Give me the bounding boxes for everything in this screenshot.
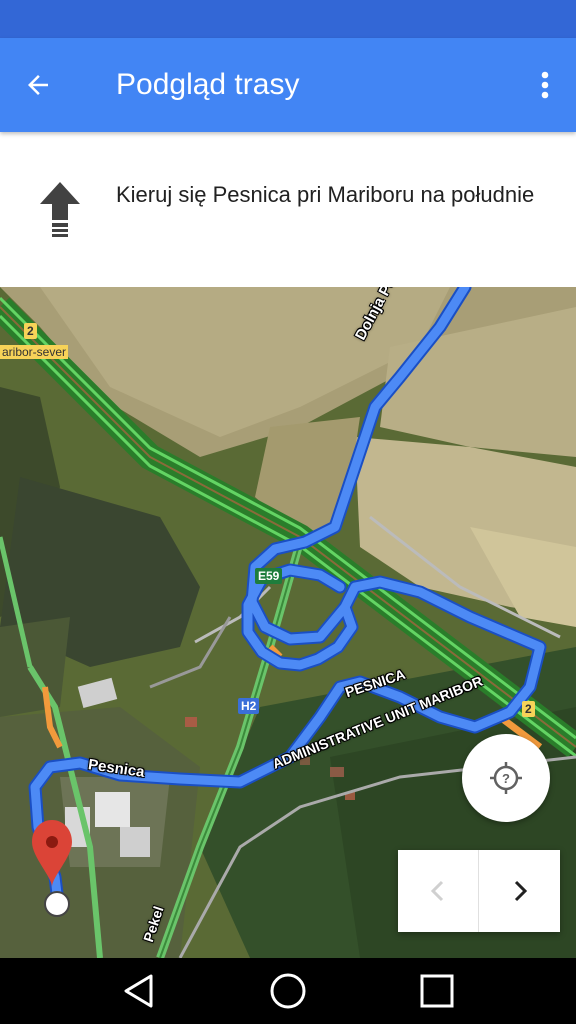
app-bar: Podgląd trasy [0,38,576,132]
label-maribor-sever: aribor-sever [0,345,69,359]
next-step-button[interactable] [479,850,560,932]
shield-e59: E59 [255,568,283,584]
system-recents-button[interactable] [407,961,467,1021]
arrow-left-icon [28,75,48,95]
straight-arrow-icon [40,182,80,237]
svg-text:?: ? [502,771,510,786]
direction-step: Kieruj się Pesnica pri Mariboru na połud… [0,132,576,287]
direction-text: Kieruj się Pesnica pri Mariboru na połud… [116,182,535,207]
shield-h2: H2 [238,698,260,714]
page-title: Podgląd trasy [116,68,300,101]
shield-route-2-top: 2 [24,323,37,339]
square-recents-icon [420,974,454,1008]
back-button[interactable] [14,61,62,109]
route-start-dot [44,891,70,917]
circle-home-icon [270,973,306,1009]
triangle-back-icon [124,974,153,1008]
shield-route-2-right: 2 [522,701,535,717]
chevron-right-icon [514,880,527,902]
my-location-icon: ? [490,762,522,794]
system-navigation-bar [0,958,576,1024]
more-options-button[interactable] [532,61,558,109]
previous-step-button[interactable] [398,850,479,932]
step-navigation [398,850,560,932]
my-location-button[interactable]: ? [462,734,550,822]
chevron-left-icon [430,880,444,902]
status-bar [0,0,576,38]
more-vert-icon [541,71,549,99]
system-back-button[interactable] [109,961,169,1021]
system-home-button[interactable] [258,961,318,1021]
